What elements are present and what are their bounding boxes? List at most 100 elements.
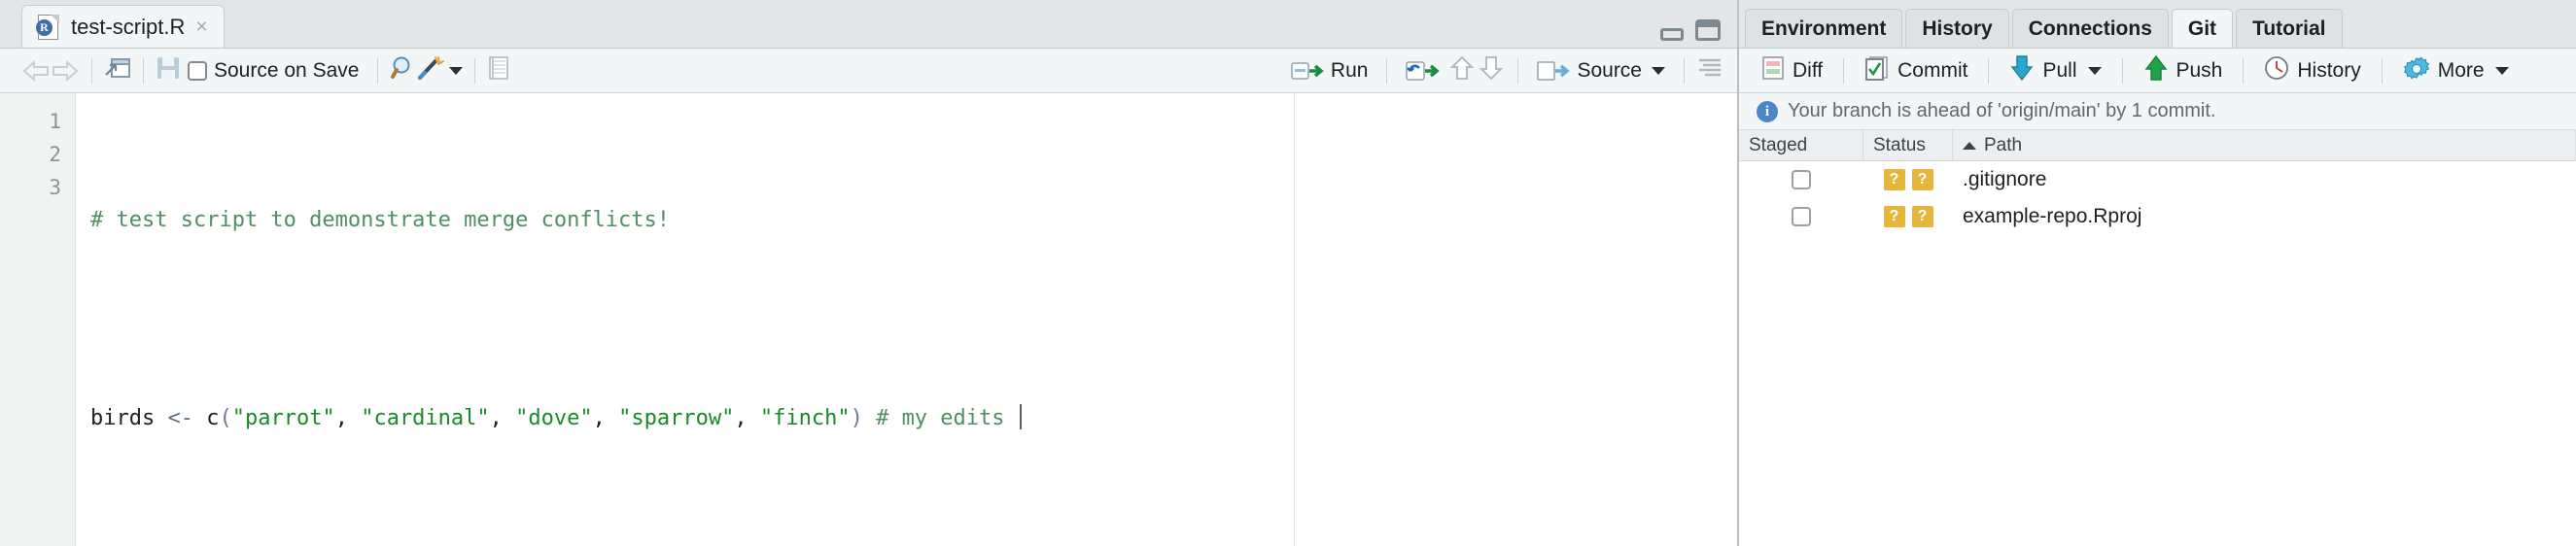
- git-toolbar: Diff Commit Pull Push History More: [1739, 49, 2576, 93]
- code-text-area[interactable]: # test script to demonstrate merge confl…: [76, 93, 1737, 546]
- pull-button[interactable]: Pull: [2001, 52, 2109, 89]
- tab-history[interactable]: History: [1905, 9, 2009, 48]
- trailing-comment: # my edits: [862, 406, 1018, 430]
- chevron-down-icon[interactable]: [2494, 66, 2509, 75]
- commit-label: Commit: [1897, 58, 1968, 82]
- push-label: Push: [2176, 58, 2223, 82]
- save-icon[interactable]: [156, 55, 181, 85]
- column-header-path-label: Path: [1984, 134, 2023, 155]
- source-tab-bar: R test-script.R ×: [0, 0, 1737, 49]
- more-button[interactable]: More: [2394, 51, 2518, 90]
- code-function: c: [206, 406, 220, 430]
- checkbox[interactable]: [188, 60, 207, 81]
- divider: [1988, 57, 1990, 84]
- code-comment: # test script to demonstrate merge confl…: [90, 208, 671, 232]
- status-badge: ?: [1911, 206, 1933, 227]
- line-number: 1: [49, 110, 61, 133]
- staged-checkbox[interactable]: [1739, 170, 1863, 189]
- divider: [377, 57, 379, 84]
- line-number-gutter: 1 2 3: [0, 93, 76, 546]
- compile-report-icon[interactable]: [487, 55, 510, 85]
- staged-checkbox[interactable]: [1739, 207, 1863, 226]
- diff-button[interactable]: Diff: [1753, 52, 1831, 89]
- commit-button[interactable]: Commit: [1856, 52, 1976, 89]
- tab-environment[interactable]: Environment: [1745, 9, 1903, 48]
- push-button[interactable]: Push: [2135, 52, 2232, 89]
- commit-checklist-icon: [1864, 55, 1890, 86]
- divider: [1517, 57, 1519, 84]
- back-arrow-icon[interactable]: [21, 59, 51, 82]
- r-file-icon-letter: R: [36, 18, 52, 36]
- history-button[interactable]: History: [2255, 52, 2369, 89]
- source-on-save-label: Source on Save: [214, 58, 360, 82]
- clock-icon: [2264, 55, 2289, 86]
- code-string: "finch": [759, 406, 851, 430]
- pane-controls: [1660, 19, 1721, 41]
- find-replace-icon[interactable]: [390, 55, 417, 85]
- chevron-down-icon[interactable]: [1652, 66, 1665, 75]
- text-cursor: [1019, 404, 1022, 429]
- code-string: "cardinal": [361, 406, 490, 430]
- chevron-down-icon[interactable]: [2087, 66, 2102, 75]
- status-badge: ?: [1883, 206, 1905, 227]
- divider: [1684, 57, 1685, 84]
- magic-wand-icon[interactable]: [417, 55, 446, 85]
- code-editor[interactable]: 1 2 3 # test script to demonstrate merge…: [0, 93, 1737, 546]
- branch-status-message: Your branch is ahead of 'origin/main' by…: [1788, 100, 2216, 121]
- column-header-status[interactable]: Status: [1863, 130, 1953, 160]
- separator: ,: [734, 406, 760, 430]
- table-row[interactable]: ? ? example-repo.Rproj: [1739, 198, 2576, 235]
- push-up-arrow-icon: [2143, 54, 2169, 86]
- chevron-down-icon[interactable]: [449, 66, 464, 75]
- margin-guide: [1294, 93, 1295, 546]
- separator: ,: [334, 406, 362, 430]
- maximize-pane-icon[interactable]: [1695, 19, 1721, 41]
- source-toolbar: Source on Save Run Source: [0, 49, 1737, 93]
- sort-ascending-icon: [1963, 141, 1976, 150]
- table-row[interactable]: ? ? .gitignore: [1739, 161, 2576, 198]
- tab-git[interactable]: Git: [2171, 9, 2234, 48]
- code-line-3: birds <- c("parrot", "cardinal", "dove",…: [90, 402, 1737, 435]
- branch-status-bar: i Your branch is ahead of 'origin/main' …: [1739, 93, 2576, 130]
- code-string: "dove": [515, 406, 593, 430]
- r-file-icon: R: [36, 14, 60, 41]
- tab-tutorial[interactable]: Tutorial: [2236, 9, 2343, 48]
- file-path: example-repo.Rproj: [1963, 205, 2142, 227]
- source-on-save-checkbox[interactable]: Source on Save: [181, 56, 366, 85]
- open-paren: (: [219, 406, 232, 430]
- code-line-1: # test script to demonstrate merge confl…: [90, 204, 1737, 237]
- source-button[interactable]: Source: [1530, 56, 1672, 85]
- document-outline-icon[interactable]: [1696, 56, 1723, 85]
- status-cell: ? ?: [1863, 206, 1953, 227]
- tab-connections[interactable]: Connections: [2011, 9, 2169, 48]
- history-label: History: [2297, 58, 2361, 82]
- status-badge: ?: [1883, 169, 1905, 190]
- divider: [2381, 57, 2383, 84]
- close-paren: ): [850, 406, 863, 430]
- rerun-icon[interactable]: [1399, 56, 1447, 85]
- pull-label: Pull: [2042, 58, 2077, 82]
- status-cell: ? ?: [1863, 169, 1953, 190]
- gear-icon: [2403, 54, 2430, 87]
- down-arrow-icon[interactable]: [1477, 55, 1506, 85]
- run-label: Run: [1330, 58, 1369, 82]
- assign-operator: <-: [167, 406, 193, 430]
- run-button[interactable]: Run: [1284, 56, 1375, 85]
- line-number: 3: [49, 176, 61, 199]
- divider: [91, 57, 92, 84]
- divider: [474, 57, 476, 84]
- up-arrow-icon[interactable]: [1447, 55, 1477, 85]
- document-tab-test-script[interactable]: R test-script.R ×: [21, 5, 225, 48]
- diff-icon: [1761, 55, 1785, 86]
- show-in-new-window-icon[interactable]: [104, 55, 131, 85]
- more-label: More: [2437, 58, 2485, 82]
- minimize-pane-icon[interactable]: [1660, 28, 1684, 41]
- column-header-path[interactable]: Path: [1953, 130, 2576, 160]
- divider: [2243, 57, 2245, 84]
- right-pane-tab-bar: Environment History Connections Git Tuto…: [1739, 0, 2576, 49]
- column-header-staged[interactable]: Staged: [1739, 130, 1863, 160]
- divider: [1843, 57, 1845, 84]
- divider: [1386, 57, 1388, 84]
- forward-arrow-icon[interactable]: [51, 59, 80, 82]
- close-icon[interactable]: ×: [195, 17, 207, 37]
